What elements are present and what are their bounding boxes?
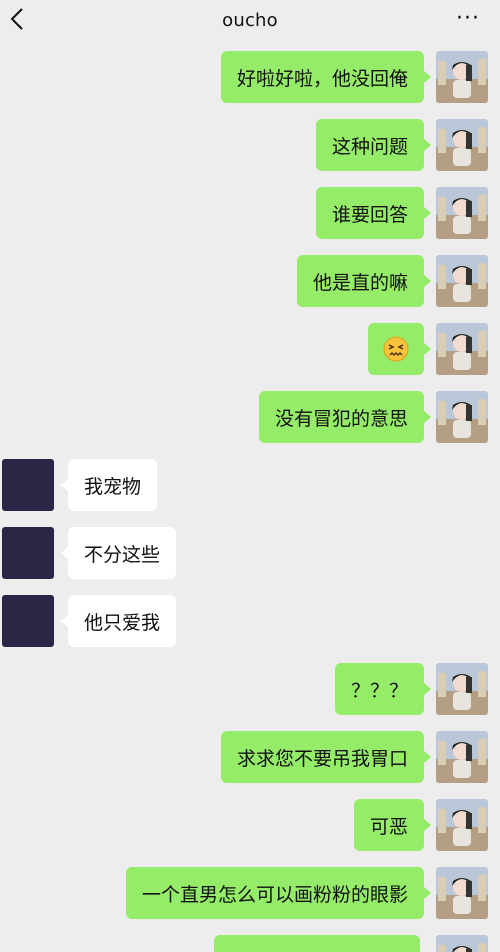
chat-title: oucho bbox=[222, 9, 278, 31]
message-text: 这种问题 bbox=[331, 135, 408, 158]
message-bubble-incoming[interactable]: 不分这些 bbox=[60, 527, 177, 579]
message-bubble-outgoing[interactable] bbox=[214, 935, 420, 952]
message-bubble-outgoing[interactable]: ？？？ bbox=[334, 663, 432, 715]
contact-avatar[interactable] bbox=[2, 527, 54, 579]
message-text: 一个直男怎么可以画粉粉的眼影 bbox=[141, 883, 408, 906]
message-row: 没有冒犯的意思 bbox=[0, 391, 500, 445]
message-text: 我宠物 bbox=[84, 475, 142, 498]
message-bubble-outgoing[interactable]: 他是直的嘛 bbox=[296, 255, 432, 307]
message-row: 可恶 bbox=[0, 799, 500, 853]
message-row: 求求您不要吊我胃口 bbox=[0, 731, 500, 785]
message-row-partial bbox=[0, 935, 500, 952]
message-row: 这种问题 bbox=[0, 119, 500, 173]
message-text: 求求您不要吊我胃口 bbox=[236, 747, 408, 770]
self-avatar[interactable] bbox=[436, 119, 488, 171]
self-avatar[interactable] bbox=[436, 255, 488, 307]
message-row: 我宠物 bbox=[0, 459, 500, 513]
message-text: ？？？ bbox=[350, 679, 408, 702]
back-chevron-icon[interactable] bbox=[4, 4, 30, 34]
message-bubble-outgoing[interactable]: 可恶 bbox=[353, 799, 432, 851]
message-row: 不分这些 bbox=[0, 527, 500, 581]
chat-header: oucho ··· bbox=[0, 0, 500, 40]
message-text: 谁要回答 bbox=[331, 203, 408, 226]
message-row: ？？？ bbox=[0, 663, 500, 717]
message-row: 他只爱我 bbox=[0, 595, 500, 649]
self-avatar[interactable] bbox=[436, 323, 488, 375]
message-bubble-outgoing[interactable]: 谁要回答 bbox=[315, 187, 432, 239]
message-text: 他是直的嘛 bbox=[312, 271, 408, 294]
self-avatar[interactable] bbox=[436, 187, 488, 239]
message-bubble-outgoing[interactable]: 这种问题 bbox=[315, 119, 432, 171]
message-bubble-incoming[interactable]: 他只爱我 bbox=[60, 595, 177, 647]
self-avatar[interactable] bbox=[436, 51, 488, 103]
contact-avatar[interactable] bbox=[2, 459, 54, 511]
message-bubble-outgoing[interactable]: 😖 bbox=[368, 323, 431, 375]
message-text: 不分这些 bbox=[84, 543, 161, 566]
more-options-icon[interactable]: ··· bbox=[456, 6, 480, 31]
message-row: 谁要回答 bbox=[0, 187, 500, 241]
self-avatar[interactable] bbox=[436, 935, 488, 952]
message-bubble-outgoing[interactable]: 一个直男怎么可以画粉粉的眼影 bbox=[125, 867, 432, 919]
message-bubble-incoming[interactable]: 我宠物 bbox=[60, 459, 158, 511]
self-avatar[interactable] bbox=[436, 391, 488, 443]
message-row: 😖 bbox=[0, 323, 500, 377]
message-text: 他只爱我 bbox=[84, 611, 161, 634]
contact-avatar[interactable] bbox=[2, 595, 54, 647]
message-row: 他是直的嘛 bbox=[0, 255, 500, 309]
message-bubble-outgoing[interactable]: 求求您不要吊我胃口 bbox=[220, 731, 432, 783]
message-bubble-outgoing[interactable]: 好啦好啦，他没回俺 bbox=[220, 51, 432, 103]
message-text: 可恶 bbox=[369, 815, 408, 838]
self-avatar[interactable] bbox=[436, 867, 488, 919]
self-avatar[interactable] bbox=[436, 799, 488, 851]
self-avatar[interactable] bbox=[436, 663, 488, 715]
message-row: 好啦好啦，他没回俺 bbox=[0, 51, 500, 105]
message-row: 一个直男怎么可以画粉粉的眼影 bbox=[0, 867, 500, 921]
message-bubble-outgoing[interactable]: 没有冒犯的意思 bbox=[258, 391, 432, 443]
message-text: 没有冒犯的意思 bbox=[274, 407, 408, 430]
confounded-face-emoji-icon bbox=[383, 336, 409, 362]
message-text: 好啦好啦，他没回俺 bbox=[236, 67, 408, 90]
self-avatar[interactable] bbox=[436, 731, 488, 783]
